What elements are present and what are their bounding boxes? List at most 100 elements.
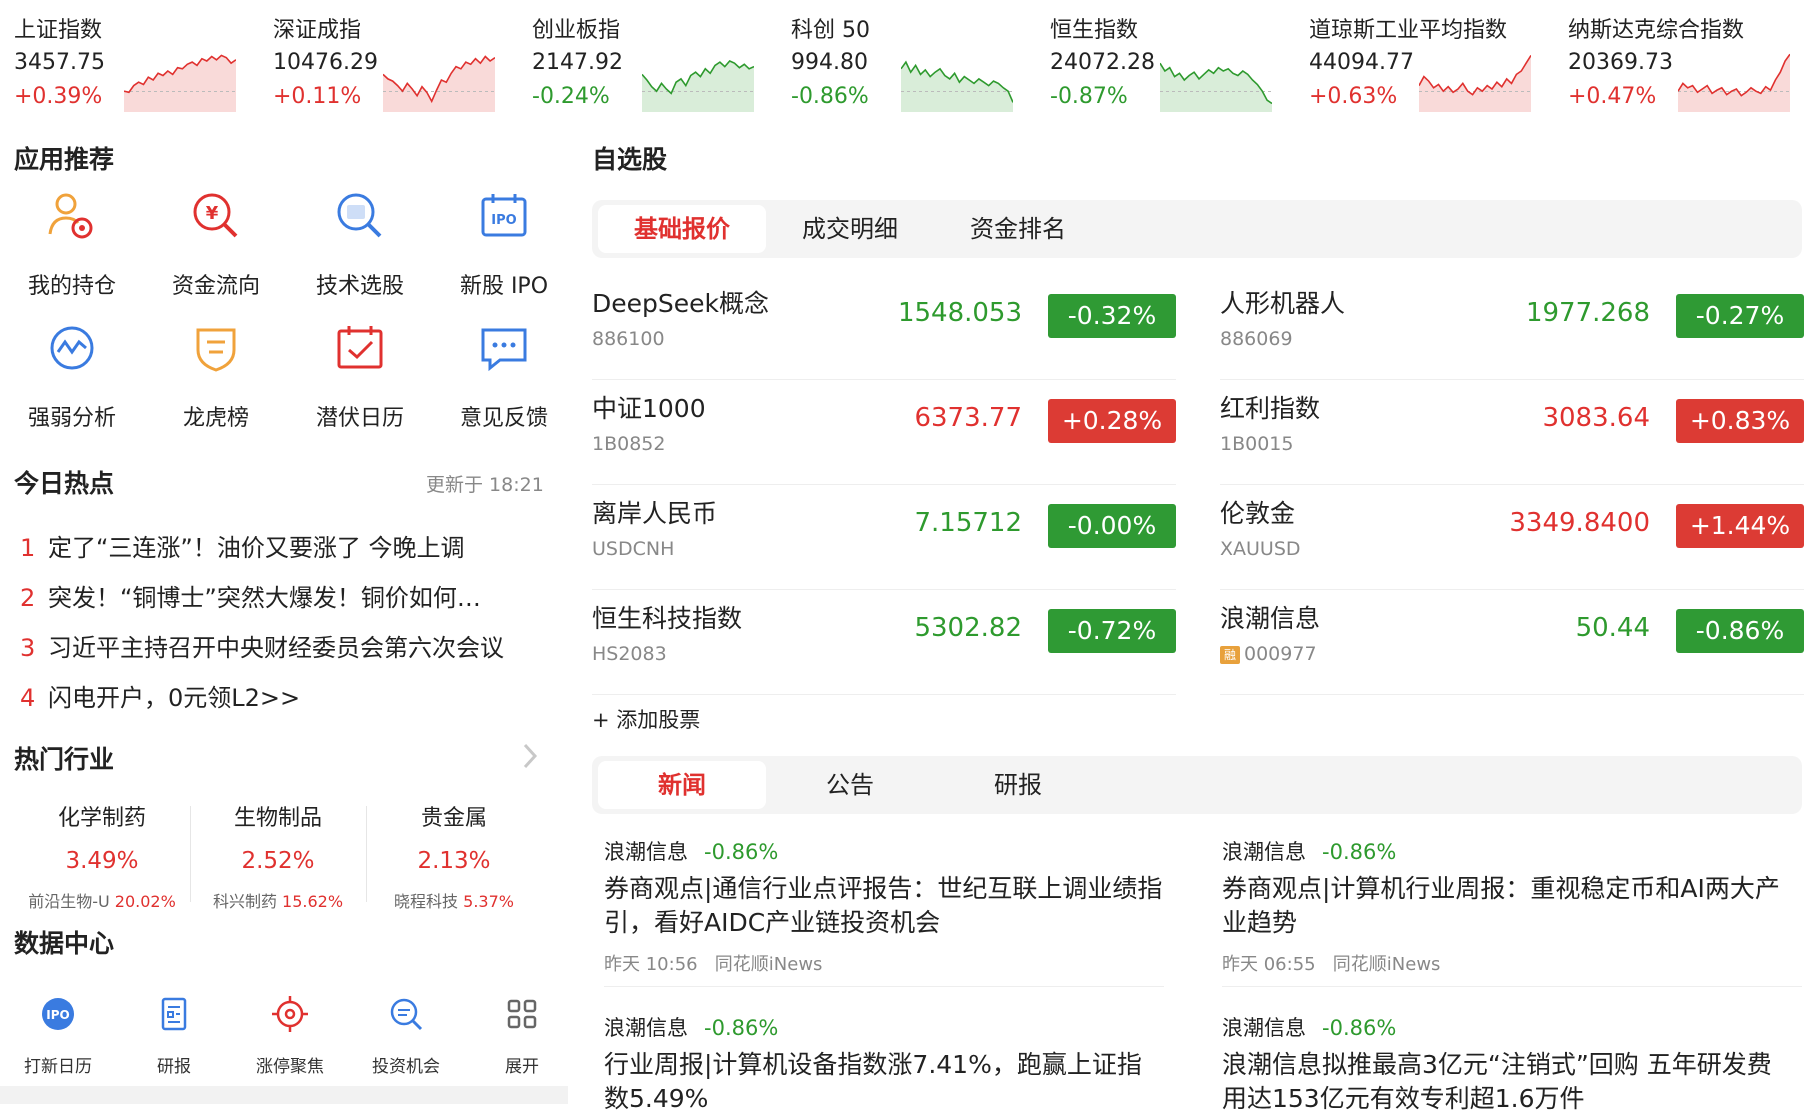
code-text: HS2083 <box>592 643 667 665</box>
watchlist-row[interactable]: 浪潮信息 融 000977 50.44 -0.86% <box>1220 591 1804 695</box>
chevron-right-icon[interactable] <box>522 742 538 770</box>
stock-name: 浪潮信息 <box>1220 604 1321 633</box>
index-change: -0.24% <box>532 84 610 109</box>
index-card-shanghai[interactable]: 上证指数 3457.75 +0.39% <box>14 8 264 112</box>
watchlist-row[interactable]: 中证1000 1B0852 6373.77 +0.28% <box>592 381 1176 485</box>
hot-item[interactable]: 4 闪电开户，0元领L2>> <box>20 678 550 713</box>
stock-change-badge: +1.44% <box>1676 504 1804 548</box>
watchlist-row[interactable]: DeepSeek概念 886100 1548.053 -0.32% <box>592 276 1176 380</box>
leader-name: 前沿生物-U <box>28 892 110 911</box>
stock-price: 7.15712 <box>914 508 1022 538</box>
dc-limit-up-focus[interactable]: 涨停聚焦 <box>232 994 348 1077</box>
dc-label: 研报 <box>157 1057 191 1077</box>
watchlist-row[interactable]: 红利指数 1B0015 3083.64 +0.83% <box>1220 381 1804 485</box>
index-card-dowjones[interactable]: 道琼斯工业平均指数 44094.77 +0.63% <box>1309 8 1559 112</box>
leader-name: 科兴制药 <box>212 892 277 911</box>
news-tabs: 新闻 公告 研报 <box>592 756 1802 814</box>
code-text: 1B0015 <box>1220 433 1294 455</box>
index-sparkline <box>383 55 495 112</box>
app-tech-pick[interactable]: 技术选股 <box>288 190 432 310</box>
industry-pct: 2.13% <box>417 848 491 874</box>
news-meta: 昨天 10:56 同花顺iNews <box>604 950 1164 976</box>
industry-item[interactable]: 生物制品 2.52% 科兴制药 15.62% <box>190 800 366 912</box>
target-icon <box>272 996 308 1032</box>
news-source: 同花顺iNews <box>1332 954 1441 975</box>
watchlist-row[interactable]: 伦敦金 XAUUSD 3349.8400 +1.44% <box>1220 486 1804 590</box>
tab-announcement[interactable]: 公告 <box>766 761 934 809</box>
index-card-shenzhen[interactable]: 深证成指 10476.29 +0.11% <box>273 8 523 112</box>
news-header: 浪潮信息 -0.86% <box>1222 1012 1782 1042</box>
dc-expand[interactable]: 展开 <box>464 994 580 1077</box>
industry-section-title: 热门行业 <box>14 745 115 774</box>
index-name: 上证指数 <box>14 18 103 43</box>
stock-price: 50.44 <box>1575 613 1650 643</box>
feedback-icon <box>481 328 527 372</box>
news-item[interactable]: 浪潮信息 -0.86% 券商观点|通信行业点评报告：世纪互联上调业绩指引，看好AI… <box>604 836 1164 976</box>
add-stock-button[interactable]: + 添加股票 <box>592 704 700 734</box>
index-value: 20369.73 <box>1568 50 1673 75</box>
watchlist-row[interactable]: 恒生科技指数 HS2083 5302.82 -0.72% <box>592 591 1176 695</box>
app-feedback[interactable]: 意见反馈 <box>432 322 576 442</box>
hot-text: 定了“三连涨”！油价又要涨了 今晚上调 <box>48 534 465 562</box>
dc-opportunity[interactable]: 投资机会 <box>348 994 464 1077</box>
index-value: 24072.28 <box>1050 50 1155 75</box>
industry-leader: 晓程科技 5.37% <box>366 888 542 912</box>
app-money-flow[interactable]: ¥ 资金流向 <box>144 190 288 310</box>
app-new-ipo[interactable]: IPO 新股 IPO <box>432 190 576 310</box>
code-text: 886100 <box>592 328 665 350</box>
tab-trade-detail[interactable]: 成交明细 <box>766 205 934 253</box>
tab-fund-ranking[interactable]: 资金排名 <box>934 205 1102 253</box>
svg-text:IPO: IPO <box>46 1008 69 1022</box>
index-name: 创业板指 <box>532 18 621 43</box>
stock-code: XAUUSD <box>1220 538 1301 560</box>
dc-label: 投资机会 <box>372 1057 440 1077</box>
index-card-hangseng[interactable]: 恒生指数 24072.28 -0.87% <box>1050 8 1300 112</box>
app-dragon-tiger[interactable]: 龙虎榜 <box>144 322 288 442</box>
hot-item[interactable]: 1 定了“三连涨”！油价又要涨了 今晚上调 <box>20 528 550 563</box>
hot-item[interactable]: 2 突发！“铜博士”突然大爆发！铜价如何… <box>20 578 550 613</box>
news-header: 浪潮信息 -0.86% <box>604 1012 1164 1042</box>
index-card-chinext[interactable]: 创业板指 2147.92 -0.24% <box>532 8 782 112</box>
news-change: -0.86% <box>704 840 779 864</box>
news-item[interactable]: 浪潮信息 -0.86% 券商观点|计算机行业周报：重视稳定币和AI两大产业趋势 昨… <box>1222 836 1782 976</box>
app-strength-analysis[interactable]: 强弱分析 <box>0 322 144 442</box>
stock-price: 3083.64 <box>1542 403 1650 433</box>
stock-change-badge: -0.27% <box>1676 294 1804 338</box>
strength-analysis-icon <box>50 326 94 370</box>
tab-news[interactable]: 新闻 <box>598 761 766 809</box>
news-stock: 浪潮信息 <box>1222 840 1306 864</box>
index-card-star50[interactable]: 科创 50 994.80 -0.86% <box>791 8 1041 112</box>
industry-item[interactable]: 贵金属 2.13% 晓程科技 5.37% <box>366 800 542 912</box>
news-source: 同花顺iNews <box>714 954 823 975</box>
index-card-nasdaq[interactable]: 纳斯达克综合指数 20369.73 +0.47% <box>1568 8 1812 112</box>
watchlist-row[interactable]: 人形机器人 886069 1977.268 -0.27% <box>1220 276 1804 380</box>
app-my-holdings[interactable]: 我的持仓 <box>0 190 144 310</box>
news-title: 浪潮信息拟推最高3亿元“注销式”回购 五年研发费用达153亿元有效专利超1.6万… <box>1222 1050 1772 1113</box>
index-value: 2147.92 <box>532 50 623 75</box>
code-text: XAUUSD <box>1220 538 1301 560</box>
hot-text: 突发！“铜博士”突然大爆发！铜价如何… <box>48 584 481 612</box>
industry-item[interactable]: 化学制药 3.49% 前沿生物-U 20.02% <box>14 800 190 912</box>
index-change: +0.11% <box>273 84 362 109</box>
index-change: +0.47% <box>1568 84 1657 109</box>
app-latent-calendar[interactable]: 潜伏日历 <box>288 322 432 442</box>
tab-research[interactable]: 研报 <box>934 761 1102 809</box>
tab-basic-quote[interactable]: 基础报价 <box>598 205 766 253</box>
leader-pct: 15.62% <box>282 892 344 911</box>
news-item[interactable]: 浪潮信息 -0.86% 行业周报|计算机设备指数涨7.41%，跑赢上证指数5.49… <box>604 1012 1164 1116</box>
code-text: 000977 <box>1244 643 1317 665</box>
watchlist-tabs: 基础报价 成交明细 资金排名 <box>592 200 1802 258</box>
leader-pct: 20.02% <box>114 892 176 911</box>
dc-report[interactable]: 研报 <box>116 994 232 1077</box>
news-item[interactable]: 浪潮信息 -0.86% 浪潮信息拟推最高3亿元“注销式”回购 五年研发费用达153… <box>1222 1012 1782 1116</box>
stock-change-badge: -0.72% <box>1048 609 1176 653</box>
index-value: 44094.77 <box>1309 50 1414 75</box>
news-meta: 昨天 06:55 同花顺iNews <box>1222 950 1782 976</box>
grid-more-icon <box>507 999 537 1029</box>
stock-price: 1548.053 <box>897 298 1022 328</box>
hot-item[interactable]: 3 习近平主持召开中央财经委员会第六次会议 <box>20 628 550 663</box>
watchlist-row[interactable]: 离岸人民币 USDCNH 7.15712 -0.00% <box>592 486 1176 590</box>
industry-leader: 科兴制药 15.62% <box>190 888 366 912</box>
dc-ipo-calendar[interactable]: IPO 打新日历 <box>0 994 116 1077</box>
news-title: 券商观点|计算机行业周报：重视稳定币和AI两大产业趋势 <box>1222 874 1780 937</box>
